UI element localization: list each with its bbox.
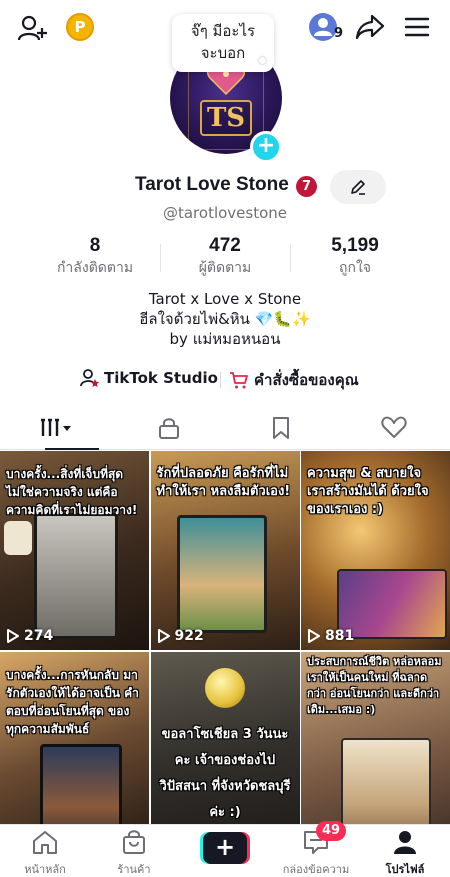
tab-liked[interactable] <box>338 406 450 449</box>
note-line-1: จ๊ๆ มีอะไร <box>190 22 256 40</box>
video-caption: รักที่ปลอดภัย คือรักที่ไม่ทำให้เรา หลงลื… <box>156 466 291 499</box>
orders-label: คำสั่งซื้อของคุณ <box>254 371 359 389</box>
video-tile[interactable]: รักที่ปลอดภัย คือรักที่ไม่ทำให้เรา หลงลื… <box>150 451 300 650</box>
view-count-value: 274 <box>24 628 54 644</box>
video-tile[interactable]: ความสุข & สบายใจ เราสร้างมันได้ ด้วยใจขอ… <box>301 451 450 650</box>
video-caption: ขอลาโซเชียล 3 วันนะคะ เจ้าของช่องไปวิปัส… <box>159 727 291 820</box>
play-icon <box>7 629 19 643</box>
nav-shop[interactable]: ร้านค้า <box>94 829 174 877</box>
nav-home[interactable]: หน้าหลัก <box>5 829 85 877</box>
tiktok-studio-link[interactable]: TikTok Studio <box>80 368 218 388</box>
stat-value: 472 <box>209 235 241 256</box>
bio-line-3: by แม่หมอหนอน <box>169 330 281 348</box>
play-icon <box>157 629 170 643</box>
level-badge[interactable]: 7 <box>296 176 317 197</box>
tab-saved[interactable] <box>225 406 338 449</box>
view-count-value: 881 <box>325 628 355 644</box>
nav-inbox-label: กล่องข้อความ <box>282 863 350 876</box>
tarot-card-image <box>40 744 122 824</box>
view-count: 881 <box>308 628 354 644</box>
bookmark-icon <box>273 416 290 439</box>
tarot-card-image <box>176 515 267 633</box>
link-divider <box>220 372 221 388</box>
video-tile[interactable]: ขอลาโซเชียล 3 วันนะคะ เจ้าของช่องไปวิปัส… <box>150 652 300 824</box>
video-tile[interactable]: บางครั้ง...การหันกลับ มารักตัวเองให้ได้อ… <box>0 652 149 824</box>
nav-profile[interactable]: โปรไฟล์ <box>365 829 445 877</box>
plus-icon: + <box>203 832 247 864</box>
view-count: 274 <box>7 628 53 644</box>
avatar-monogram: TS <box>200 100 252 136</box>
tab-videos[interactable] <box>0 406 113 450</box>
add-user-icon[interactable] <box>16 12 50 44</box>
video-caption: บางครั้ง...สิ่งที่เจ็บที่สุด ไม่ใช่ความจ… <box>6 467 138 517</box>
stats-row: 8 กำลังติดตาม 472 ผู้ติดตาม 5,199 ถูกใจ <box>30 236 420 280</box>
home-icon <box>33 831 57 854</box>
bio: Tarot x Love x Stone ฮีลใจด้วยไพ่&หิน 💎🐛… <box>0 289 450 349</box>
stat-value: 8 <box>89 235 101 256</box>
edit-profile-button[interactable] <box>330 170 386 204</box>
coin-icon[interactable]: P <box>66 13 94 41</box>
video-grid: บางครั้ง...สิ่งที่เจ็บที่สุด ไม่ใช่ความจ… <box>0 451 450 824</box>
hamburger-menu-icon[interactable] <box>402 14 432 40</box>
inbox-badge: 49 <box>316 821 347 841</box>
content-tabs <box>0 406 450 450</box>
bio-line-2: ฮีลใจด้วยไพ่&หิน 💎🐛✨ <box>139 310 311 328</box>
video-caption: บางครั้ง...การหันกลับ มารักตัวเองให้ได้อ… <box>6 668 139 736</box>
crystal-ball-image <box>204 668 245 708</box>
profile-name: Tarot Love Stone <box>135 174 289 195</box>
play-icon <box>308 629 320 643</box>
stat-likes[interactable]: 5,199 ถูกใจ <box>290 236 420 280</box>
friends-count: 9 <box>334 26 344 41</box>
note-bubble[interactable]: จ๊ๆ มีอะไร จะบอก <box>172 14 274 72</box>
video-caption: ประสบการณ์ชีวิต หล่อหลอมเราให้เป็นคนใหม่… <box>307 655 442 716</box>
video-tile[interactable]: ประสบการณ์ชีวิต หล่อหลอมเราให้เป็นคนใหม่… <box>301 652 450 824</box>
studio-label: TikTok Studio <box>104 369 218 387</box>
name-row: Tarot Love Stone 7 <box>0 170 450 204</box>
candle-image <box>4 521 32 555</box>
stat-label: กำลังติดตาม <box>56 260 134 276</box>
shopping-bag-icon <box>123 830 145 854</box>
profile-icon <box>394 831 416 854</box>
stat-following[interactable]: 8 กำลังติดตาม <box>30 236 160 280</box>
studio-icon <box>80 369 99 387</box>
heart-outline-icon <box>381 416 407 438</box>
nav-profile-label: โปรไฟล์ <box>385 863 425 876</box>
stat-followers[interactable]: 472 ผู้ติดตาม <box>160 236 290 280</box>
grid-menu-icon <box>41 418 72 436</box>
stat-label: ผู้ติดตาม <box>198 260 252 276</box>
stat-label: ถูกใจ <box>339 260 371 276</box>
profile-handle: @tarotlovestone <box>162 204 288 222</box>
lock-icon <box>158 417 179 439</box>
tarot-card-image <box>34 513 118 639</box>
view-count: 922 <box>157 628 204 644</box>
profile-links: TikTok Studio คำสั่งซื้อของคุณ <box>0 368 450 392</box>
pencil-icon <box>351 180 365 195</box>
tarot-card-image <box>341 738 431 824</box>
share-icon[interactable] <box>354 12 386 42</box>
cart-icon <box>230 372 248 389</box>
bio-line-1: Tarot x Love x Stone <box>148 290 302 308</box>
nav-home-label: หน้าหลัก <box>24 863 66 876</box>
view-count-value: 922 <box>174 628 204 644</box>
tab-private[interactable] <box>113 406 226 449</box>
video-tile[interactable]: บางครั้ง...สิ่งที่เจ็บที่สุด ไม่ใช่ความจ… <box>0 451 149 650</box>
bottom-nav: หน้าหลัก ร้านค้า + กล่องข้อความ 49 โปรไฟ… <box>0 821 450 877</box>
video-caption: ความสุข & สบายใจ เราสร้างมันได้ ด้วยใจขอ… <box>307 466 429 517</box>
stat-value: 5,199 <box>331 235 379 256</box>
nav-shop-label: ร้านค้า <box>117 863 151 876</box>
top-bar: P จ๊ๆ มีอะไร จะบอก 9 <box>0 0 450 72</box>
bubble-dot-icon <box>259 57 266 64</box>
orders-link[interactable]: คำสั่งซื้อของคุณ <box>229 368 359 392</box>
create-button[interactable]: + <box>200 832 250 864</box>
add-story-button[interactable]: + <box>250 131 282 163</box>
